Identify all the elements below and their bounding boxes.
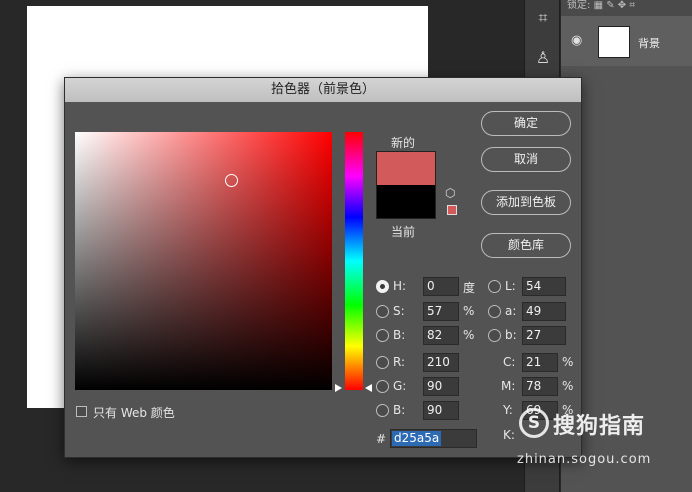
unit-s: % [463,304,475,318]
hue-slider-handle-left[interactable] [335,384,342,392]
radio-r[interactable] [376,356,389,369]
label-r: R: [393,355,406,369]
input-blue[interactable]: 90 [423,401,459,420]
current-color-label: 当前 [391,225,416,239]
sogou-watermark: S 搜狗指南 zhinan.sogou.com [515,406,692,492]
ok-button[interactable]: 确定 [481,111,571,136]
dialog-title: 拾色器（前景色） [65,78,581,102]
color-libraries-button[interactable]: 颜色库 [481,233,571,258]
web-only-checkbox[interactable] [76,406,87,417]
crop-icon[interactable]: ⌗ [531,6,555,30]
input-s[interactable]: 57 [423,302,459,321]
input-c[interactable]: 21 [522,353,558,372]
hue-slider[interactable] [345,132,363,390]
artboard-icon[interactable]: ⌗ [629,0,635,11]
hex-input[interactable]: d25a5a [390,429,477,448]
color-cursor[interactable] [225,174,238,187]
unit-m: % [562,379,574,393]
eye-icon[interactable]: ◉ [571,33,582,48]
radio-a[interactable] [488,305,501,318]
label-y: Y: [503,403,513,417]
new-color-swatch [376,151,436,185]
brush-icon[interactable]: ✎ [606,0,614,11]
hex-value: d25a5a [392,431,442,446]
hex-prefix: # [376,432,387,446]
input-m[interactable]: 78 [522,377,558,396]
add-to-swatches-button[interactable]: 添加到色板 [481,190,571,215]
radio-b-lab[interactable] [488,329,501,342]
label-l: L: [505,279,516,293]
web-safe-swatch[interactable] [447,205,457,215]
stamp-icon[interactable]: ♙ [531,46,555,70]
sogou-logo-icon: S [519,408,549,438]
label-k: K: [503,428,515,442]
label-h: H: [393,279,407,293]
label-blue: B: [393,403,406,417]
web-only-label: 只有 Web 颜色 [93,406,175,420]
move-icon[interactable]: ✥ [618,0,626,11]
radio-h[interactable] [376,280,389,293]
radio-blue[interactable] [376,404,389,417]
unit-brightness: % [463,328,475,342]
new-color-label: 新的 [391,136,416,150]
label-s: S: [393,304,405,318]
layer-thumbnail [598,26,630,58]
input-g[interactable]: 90 [423,377,459,396]
label-a: a: [505,304,517,318]
label-g: G: [393,379,407,393]
radio-s[interactable] [376,305,389,318]
hue-slider-handle-right[interactable] [365,384,372,392]
current-color-swatch[interactable] [376,185,436,219]
radio-g[interactable] [376,380,389,393]
cancel-button[interactable]: 取消 [481,147,571,172]
input-r[interactable]: 210 [423,353,459,372]
lock-transparency-icon[interactable]: ▦ [594,0,603,11]
saturation-brightness-field[interactable] [75,132,332,390]
label-c: C: [503,355,516,369]
label-b-lab: b: [505,328,517,342]
input-brightness[interactable]: 82 [423,326,459,345]
unit-h: 度 [463,281,476,295]
input-b-lab[interactable]: 27 [522,326,566,345]
input-l[interactable]: 54 [522,277,566,296]
label-brightness: B: [393,328,406,342]
radio-l[interactable] [488,280,501,293]
unit-c: % [562,355,574,369]
lock-label: 锁定: [567,0,591,11]
layer-name: 背景 [638,37,660,50]
input-a[interactable]: 49 [522,302,566,321]
color-picker-dialog: 拾色器（前景色） 新的 当前 ⬡ 确定 取消 添加到色板 颜色库 H: 0 度 … [64,77,582,458]
watermark-url: zhinan.sogou.com [517,452,652,467]
input-h[interactable]: 0 [423,277,459,296]
lock-row: 锁定: ▦ ✎ ✥ ⌗ [561,0,692,16]
watermark-title: 搜狗指南 [553,414,646,439]
layer-row[interactable]: ◉ 背景 [561,16,692,66]
radio-brightness[interactable] [376,329,389,342]
label-m: M: [501,379,516,393]
cube-icon[interactable]: ⬡ [445,186,455,200]
